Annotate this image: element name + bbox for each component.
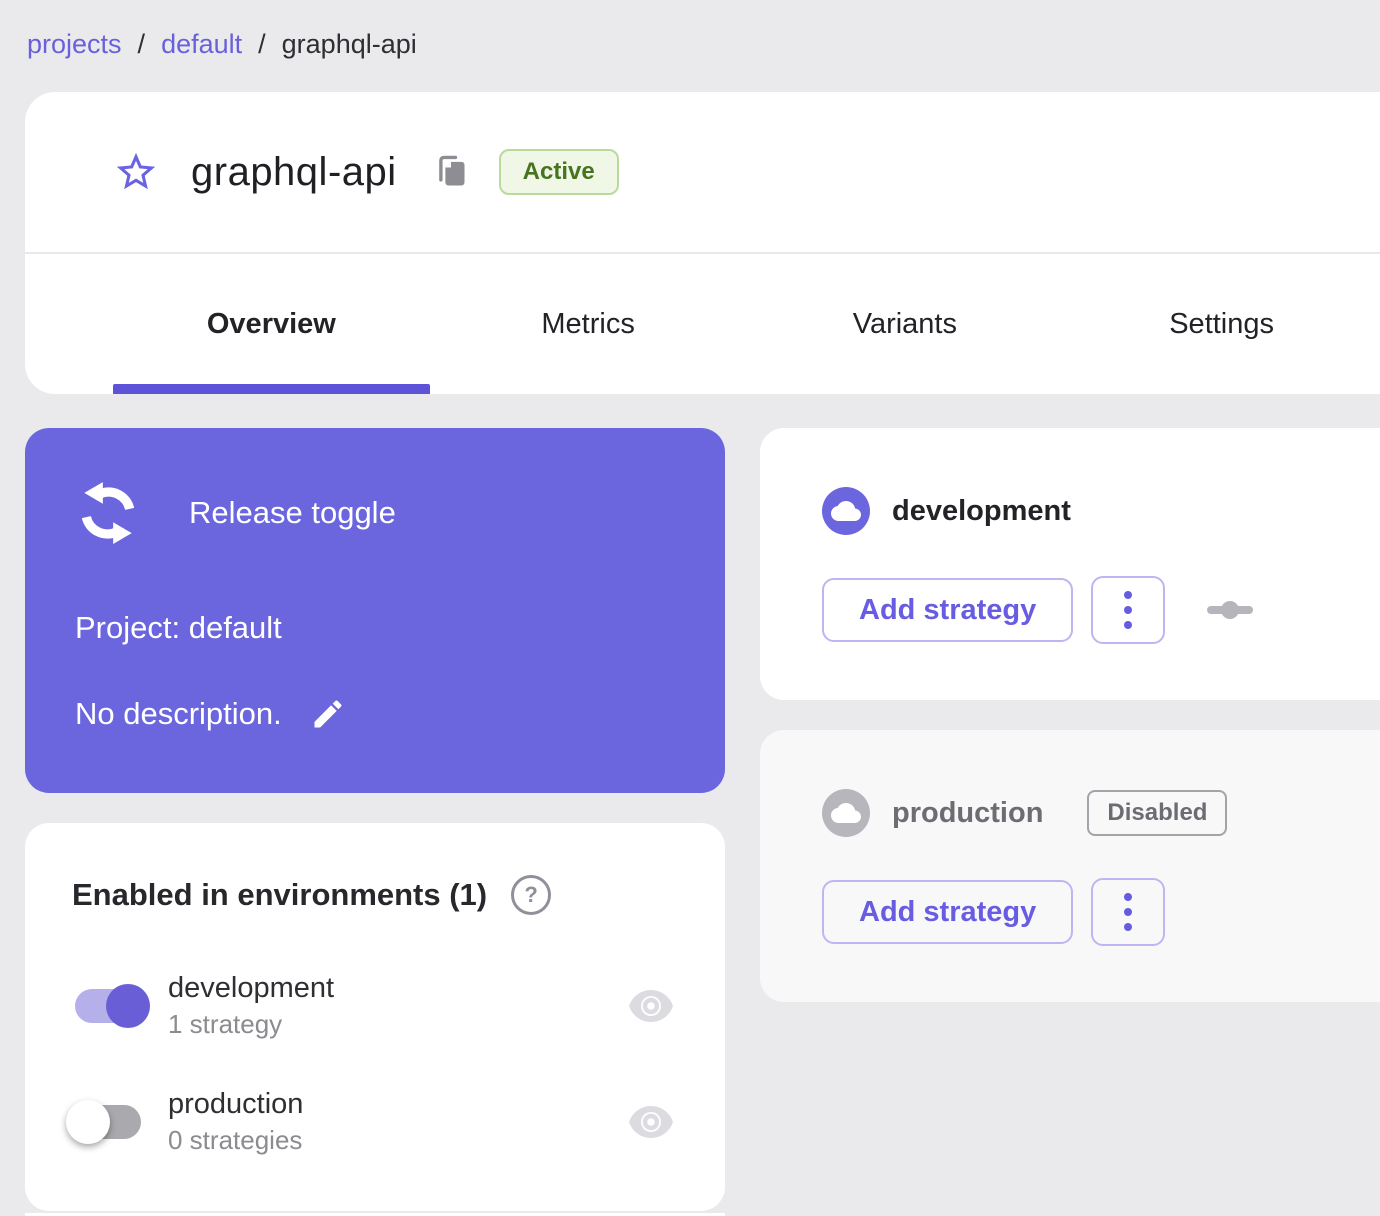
environment-actions: Add strategy — [822, 576, 1380, 644]
cloud-icon — [822, 487, 870, 535]
strategy-slider-icon — [1207, 598, 1254, 622]
enabled-environments-title: Enabled in environments (1) — [72, 877, 488, 912]
tab-variants-label: Variants — [852, 307, 957, 340]
eye-icon[interactable] — [627, 989, 675, 1023]
environment-name: production — [892, 796, 1044, 829]
cloud-icon — [822, 789, 870, 837]
description-row: No description. — [75, 696, 677, 732]
environment-name: development — [892, 494, 1071, 527]
add-strategy-button[interactable]: Add strategy — [822, 578, 1074, 642]
breadcrumb-link-default[interactable]: default — [161, 29, 242, 60]
enabled-environments-header: Enabled in environments (1) ? — [72, 875, 725, 915]
tab-bar: Overview Metrics Variants Settings — [25, 254, 1380, 394]
row-labels: production 0 strategies — [168, 1088, 303, 1156]
eye-icon[interactable] — [627, 1105, 675, 1139]
toggle-knob — [66, 1100, 110, 1144]
environment-actions: Add strategy — [822, 878, 1380, 946]
environment-header: development — [822, 487, 1380, 535]
add-strategy-button[interactable]: Add strategy — [822, 880, 1074, 944]
more-actions-kebab-button[interactable] — [1091, 576, 1166, 644]
more-actions-kebab-button[interactable] — [1091, 878, 1166, 946]
environment-row-production: production 0 strategies — [66, 1087, 725, 1157]
production-environment-card: production Disabled Add strategy — [760, 730, 1380, 1002]
feature-title-row: graphql-api Active — [25, 92, 1380, 252]
tab-settings[interactable]: Settings — [1063, 254, 1380, 394]
release-toggle-sync-icon — [75, 480, 141, 546]
active-tab-indicator — [113, 384, 430, 394]
breadcrumb-separator: / — [137, 28, 146, 59]
tab-settings-label: Settings — [1169, 307, 1275, 340]
status-badge: Active — [498, 149, 619, 195]
environment-toggle-list: development 1 strategy production 0 stra… — [66, 971, 725, 1157]
toggle-knob — [106, 984, 150, 1028]
page-title: graphql-api — [191, 149, 397, 194]
disabled-badge: Disabled — [1087, 790, 1228, 836]
breadcrumb-link-projects[interactable]: projects — [27, 29, 122, 60]
main-content: Release toggle Project: default No descr… — [25, 428, 1380, 1211]
environment-header: production Disabled — [822, 789, 1380, 837]
toggle-type-label: Release toggle — [189, 495, 396, 530]
enabled-environments-card: Enabled in environments (1) ? developmen… — [25, 823, 725, 1211]
tab-metrics[interactable]: Metrics — [430, 254, 747, 394]
left-column: Release toggle Project: default No descr… — [25, 428, 725, 1211]
tab-metrics-label: Metrics — [541, 307, 635, 340]
favorite-star-icon[interactable] — [113, 149, 159, 195]
development-environment-card: development Add strategy — [760, 428, 1380, 700]
description-text: No description. — [75, 696, 282, 731]
strategy-count: 1 strategy — [168, 1009, 283, 1039]
edit-description-pencil-icon[interactable] — [310, 696, 346, 732]
feature-header-card: graphql-api Active Overview Metrics Vari… — [25, 92, 1380, 394]
strategy-count: 0 strategies — [168, 1125, 303, 1155]
tab-variants[interactable]: Variants — [747, 254, 1064, 394]
toggle-type-row: Release toggle — [75, 480, 677, 546]
right-column: development Add strategy production Disa… — [760, 428, 1380, 1211]
environment-row-development: development 1 strategy — [72, 971, 725, 1041]
tab-overview-label: Overview — [206, 307, 336, 340]
development-toggle[interactable] — [72, 983, 150, 1029]
breadcrumb-separator: / — [258, 28, 266, 59]
environment-name: production — [168, 1088, 304, 1120]
help-icon[interactable]: ? — [511, 875, 552, 915]
tab-overview[interactable]: Overview — [113, 254, 430, 394]
breadcrumb-current: graphql-api — [281, 28, 417, 59]
copy-name-icon[interactable] — [433, 154, 469, 190]
breadcrumb: projects / default / graphql-api — [0, 0, 1380, 62]
production-toggle[interactable] — [66, 1099, 144, 1145]
row-labels: development 1 strategy — [168, 972, 334, 1040]
project-label: Project: default — [75, 610, 282, 645]
environment-name: development — [168, 972, 335, 1004]
toggle-overview-card: Release toggle Project: default No descr… — [25, 428, 725, 793]
